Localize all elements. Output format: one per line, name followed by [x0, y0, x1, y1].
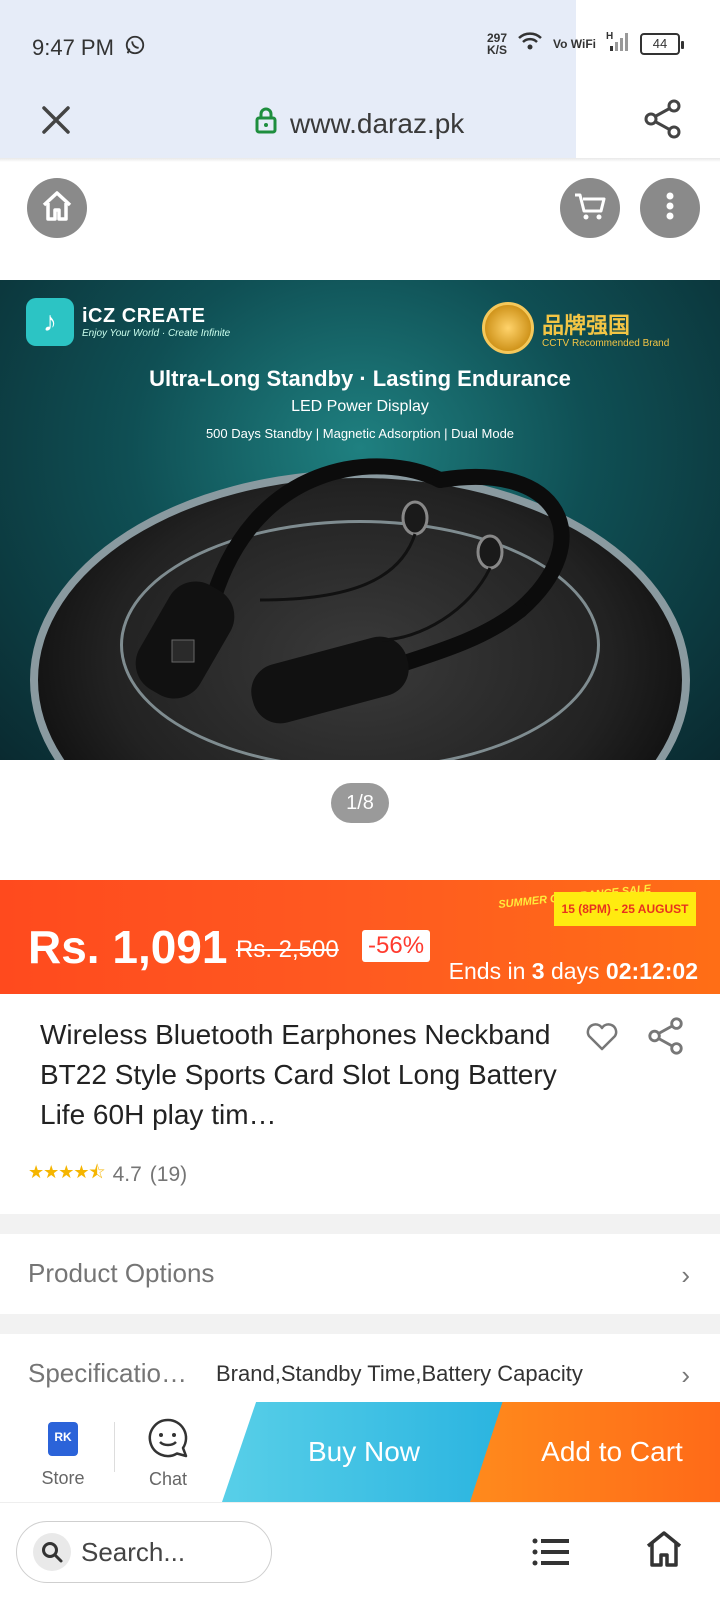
- rating-block[interactable]: ★★★★⯪ 4.7 (19): [28, 1160, 187, 1190]
- section-divider: [0, 1314, 720, 1334]
- close-icon[interactable]: [38, 102, 74, 138]
- url-bar: www.daraz.pk: [0, 88, 720, 160]
- original-price: Rs. 2,500: [236, 936, 339, 963]
- specifications-label: Specificatio…: [28, 1358, 187, 1388]
- countdown-days: 3: [531, 958, 545, 984]
- chat-button[interactable]: Chat: [132, 1416, 204, 1490]
- rating-value: 4.7: [112, 1163, 142, 1186]
- heart-icon[interactable]: [584, 1018, 620, 1054]
- net-speed-value: 297: [486, 30, 507, 45]
- url-text: www.daraz.pk: [290, 107, 465, 139]
- countdown-days-unit: days: [550, 958, 600, 984]
- lock-icon: [254, 106, 278, 141]
- cart-icon: [573, 191, 607, 226]
- address-field[interactable]: www.daraz.pk: [254, 106, 464, 141]
- store-logo: RK: [48, 1422, 78, 1456]
- countdown-time: 02:12:02: [605, 958, 698, 984]
- product-options-row[interactable]: Product Options ›: [0, 1234, 720, 1314]
- chevron-right-icon: ›: [681, 1360, 690, 1390]
- product-title: Wireless Bluetooth Earphones Neckband BT…: [40, 1019, 557, 1130]
- net-speed-unit: K/S: [486, 42, 507, 57]
- list-menu-icon[interactable]: [532, 1537, 570, 1567]
- store-label: Store: [41, 1468, 85, 1488]
- status-bar: 9:47 PM 297 K/S Vo WiFi H 44: [0, 0, 720, 160]
- discount-badge: -56%: [362, 930, 431, 962]
- home-icon: [39, 188, 75, 229]
- product-share-icon[interactable]: [646, 1016, 686, 1056]
- store-home-icon[interactable]: [644, 1529, 684, 1569]
- rating-stars-icon: ★★★★⯪: [28, 1162, 106, 1182]
- buy-now-button[interactable]: Buy Now: [222, 1402, 506, 1502]
- page: 9:47 PM 297 K/S Vo WiFi H 44 www.daraz.p…: [0, 0, 720, 1600]
- neckband-earphones-image: [135, 458, 570, 724]
- chat-icon: [146, 1418, 190, 1464]
- search-icon: [33, 1533, 71, 1571]
- more-vertical-icon: [665, 191, 675, 226]
- section-divider: [0, 1214, 720, 1234]
- signal-icon: H: [606, 30, 630, 57]
- search-placeholder: Search...: [81, 1536, 186, 1567]
- svg-text:H: H: [606, 31, 613, 42]
- vertical-divider: [114, 1422, 115, 1472]
- search-input[interactable]: Search...: [16, 1521, 272, 1583]
- product-image-carousel[interactable]: ♪ iCZ CREATE Enjoy Your World · Create I…: [0, 280, 720, 760]
- bottom-navigation: Search...: [0, 1502, 720, 1600]
- purchase-action-bar: RK Store Chat Buy Now Add to Cart: [0, 1402, 720, 1502]
- current-price: Rs. 1,091: [28, 921, 228, 973]
- countdown: Ends in 3 days 02:12:02: [449, 958, 698, 985]
- flash-sale-bar: Rs. 1,091 Rs. 2,500 -56% SUMMER CLEARANC…: [0, 880, 720, 994]
- network-speed: 297 K/S: [487, 32, 507, 56]
- whatsapp-icon: [124, 34, 146, 62]
- wifi-icon: [517, 31, 543, 56]
- clock: 9:47 PM: [32, 35, 114, 60]
- chevron-right-icon: ›: [681, 1260, 690, 1290]
- share-icon[interactable]: [642, 98, 684, 140]
- vowifi-label: Vo WiFi: [553, 36, 596, 51]
- rating-count: (19): [149, 1163, 188, 1186]
- add-to-cart-button[interactable]: Add to Cart: [470, 1402, 720, 1502]
- image-pager: 1/8: [331, 783, 389, 823]
- store-button[interactable]: RK Store: [28, 1422, 98, 1489]
- battery-indicator: 44: [640, 32, 684, 55]
- product-options-label: Product Options: [28, 1258, 215, 1288]
- sale-dates: 15 (8PM) - 25 AUGUST: [554, 892, 696, 926]
- more-button[interactable]: [640, 178, 700, 238]
- status-icons: 297 K/S Vo WiFi H 44: [487, 30, 684, 57]
- cart-button[interactable]: [560, 178, 620, 238]
- toolbar-shadow: [0, 158, 720, 162]
- home-button[interactable]: [27, 178, 87, 238]
- specifications-value: Brand,Standby Time,Battery Capacity: [216, 1361, 583, 1386]
- chat-label: Chat: [148, 1469, 188, 1489]
- countdown-prefix: Ends in: [448, 958, 526, 984]
- status-time: 9:47 PM: [32, 34, 146, 62]
